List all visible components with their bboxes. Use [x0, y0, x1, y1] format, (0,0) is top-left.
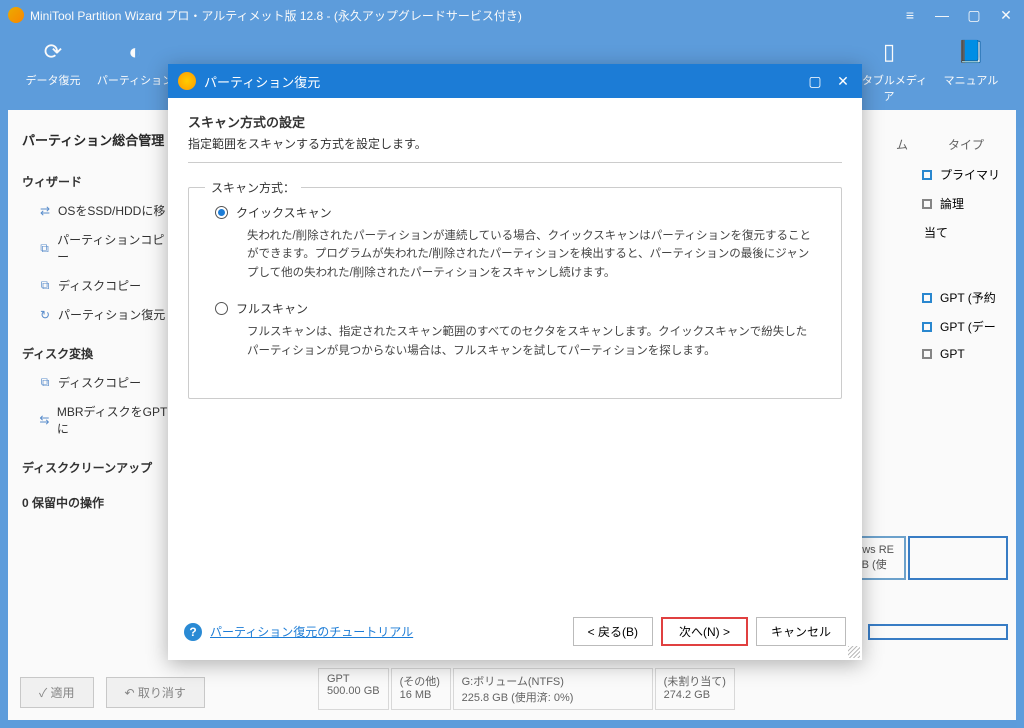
- radio-label: フルスキャン: [236, 300, 308, 317]
- radio-desc: フルスキャンは、指定されたスキャン範囲のすべてのセクタをスキャンします。クイック…: [247, 323, 815, 360]
- dialog-maximize-icon[interactable]: ▢: [806, 73, 824, 90]
- next-button[interactable]: 次へ(N) >: [661, 617, 748, 646]
- dialog-close-icon[interactable]: ✕: [834, 73, 852, 90]
- radio-unchecked-icon: [215, 302, 228, 315]
- cancel-button[interactable]: キャンセル: [756, 617, 846, 646]
- dialog-subdesc: 指定範囲をスキャンする方式を設定します。: [188, 135, 842, 152]
- dialog-title: パーティション復元: [204, 72, 320, 91]
- radio-quick-scan[interactable]: クイックスキャン: [215, 204, 815, 221]
- back-button[interactable]: < 戻る(B): [573, 617, 653, 646]
- dialog-titlebar: パーティション復元 ▢ ✕: [168, 64, 862, 98]
- dialog-body: スキャン方式の設定 指定範囲をスキャンする方式を設定します。 スキャン方式： ク…: [168, 98, 862, 607]
- tutorial-link[interactable]: パーティション復元のチュートリアル: [210, 623, 413, 640]
- partition-recovery-dialog: パーティション復元 ▢ ✕ スキャン方式の設定 指定範囲をスキャンする方式を設定…: [168, 64, 862, 660]
- radio-option-full: フルスキャン フルスキャンは、指定されたスキャン範囲のすべてのセクタをスキャンし…: [215, 300, 815, 360]
- dialog-footer: ? パーティション復元のチュートリアル < 戻る(B) 次へ(N) > キャンセ…: [168, 607, 862, 660]
- dialog-heading: スキャン方式の設定: [188, 112, 842, 131]
- radio-desc: 失われた/削除されたパーティションが連続している場合、クイックスキャンはパーティ…: [247, 227, 815, 282]
- resize-grip-icon[interactable]: [848, 646, 860, 658]
- radio-checked-icon: [215, 206, 228, 219]
- radio-label: クイックスキャン: [236, 204, 332, 221]
- help-icon[interactable]: ?: [184, 623, 202, 641]
- scan-method-fieldset: スキャン方式： クイックスキャン 失われた/削除されたパーティションが連続してい…: [188, 187, 842, 399]
- radio-full-scan[interactable]: フルスキャン: [215, 300, 815, 317]
- dialog-app-icon: [178, 72, 196, 90]
- divider: [188, 162, 842, 163]
- fieldset-legend: スキャン方式：: [205, 179, 301, 196]
- radio-option-quick: クイックスキャン 失われた/削除されたパーティションが連続している場合、クイック…: [215, 204, 815, 282]
